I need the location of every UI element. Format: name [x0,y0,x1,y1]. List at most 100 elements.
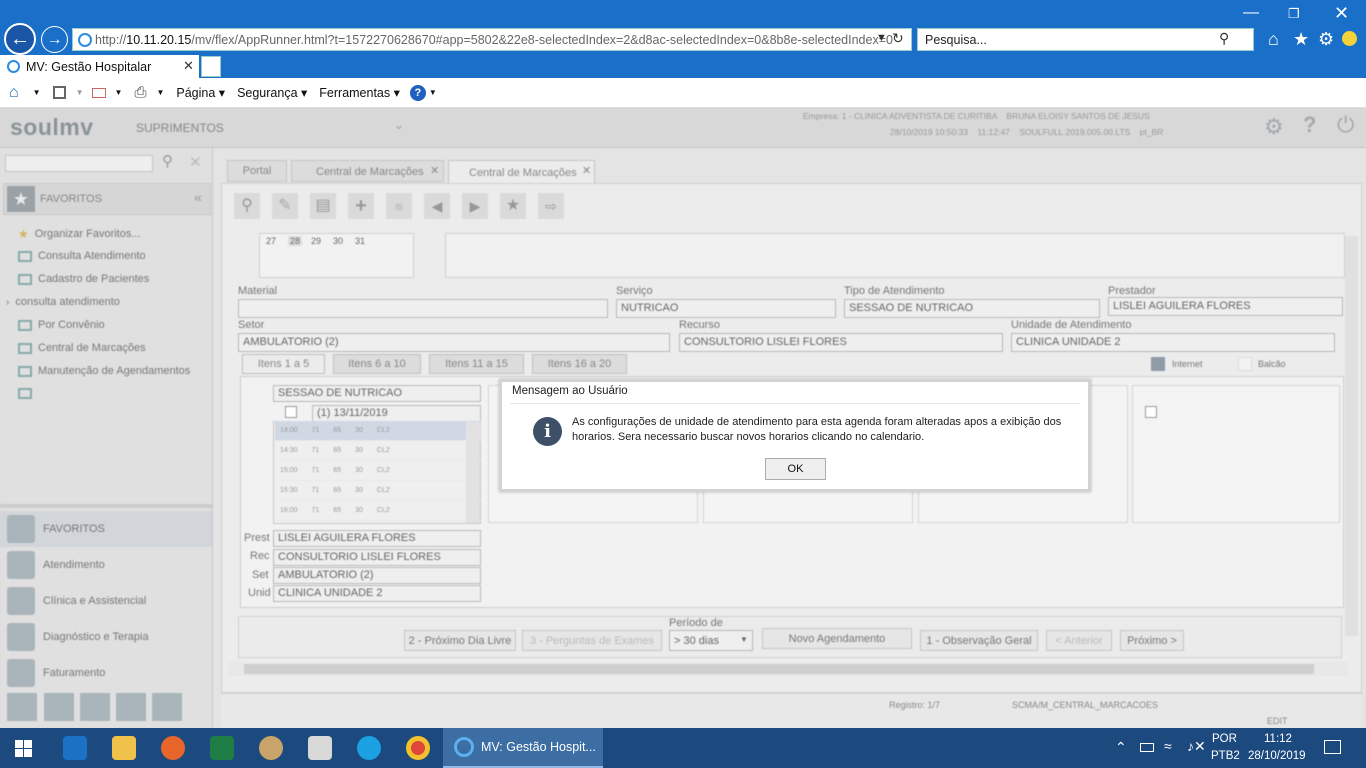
file-explorer-icon[interactable] [112,736,136,760]
agenda-slot-row[interactable]: 15:30 71 65 30 CL2 [275,481,481,501]
keyboard-layout-indicator[interactable]: PTB2 [1211,750,1240,762]
sidebar-item-por-convenio[interactable]: Por Convênio [18,319,105,331]
add-icon[interactable]: + [348,193,374,219]
sidebar-item-empty[interactable] [18,388,32,399]
browser-tab[interactable]: MV: Gestão Hospitalar [0,55,199,78]
power-icon[interactable]: ⏻ [1337,112,1354,138]
search-icon[interactable]: ⚲ [162,152,173,170]
sidebar-item-central-marcacoes[interactable]: Central de Marcações [18,342,146,354]
chevron-down-icon[interactable]: ▼ [76,88,84,97]
sidebar-folder-consulta-atendimento[interactable]: › consulta atendimento [6,296,120,308]
outlook-icon[interactable] [63,736,87,760]
sidebar-search-input[interactable] [5,155,153,172]
print-icon[interactable]: ⎙ [134,84,146,101]
agenda-slot-row[interactable]: 14:30 71 65 30 CL2 [275,441,481,461]
search-input[interactable]: Pesquisa... [917,28,1254,51]
module-chevron-down-icon[interactable]: ⌄ [394,118,404,132]
tray-expand-icon[interactable]: ⌃ [1115,739,1127,756]
tab-close-icon[interactable]: ✕ [430,164,439,177]
skype-icon[interactable] [357,736,381,760]
novo-agendamento-button[interactable]: Novo Agendamento [762,628,912,649]
tab-close-icon[interactable]: ✕ [582,164,591,177]
tab-portal[interactable]: Portal [227,160,287,182]
clock-time[interactable]: 11:12 [1264,733,1292,745]
agenda-slot-row[interactable]: 14:00 71 65 30 CL2 [275,421,481,441]
calendar-day[interactable]: 27 [266,236,276,246]
minimize-icon[interactable]: — [1243,4,1259,22]
recurso-field[interactable]: CONSULTORIO LISLEI FLORES [679,333,1003,352]
tab-itens-11-15[interactable]: Itens 11 a 15 [429,354,524,374]
new-tab-button[interactable] [201,56,221,77]
clock-date[interactable]: 28/10/2019 [1248,750,1306,762]
save-icon[interactable]: ▤ [310,193,336,219]
truck-icon[interactable] [44,693,74,721]
unidade-field[interactable]: CLINICA UNIDADE 2 [1011,333,1335,352]
proximo-button[interactable]: Próximo > [1120,630,1184,651]
tab-close-icon[interactable]: ✕ [183,58,194,74]
servico-field[interactable]: NUTRICAO [616,299,836,318]
paint-icon[interactable] [259,736,283,760]
tab-central-marcacoes-2[interactable]: Central de Marcações ✕ [448,160,595,184]
menu-seguranca[interactable]: Segurança ▾ [237,85,307,100]
perguntas-exames-button[interactable]: 3 - Perguntas de Exames [522,630,662,651]
nav-group-favoritos[interactable]: FAVORITOS [0,511,212,547]
horizontal-scrollbar[interactable] [228,662,1348,676]
sidebar-item-manutencao-agendamentos[interactable]: Manutenção de Agendamentos [18,365,190,377]
next-icon[interactable]: ▶ [462,193,488,219]
tab-itens-1-5[interactable]: Itens 1 a 5 [242,354,325,374]
chat-icon[interactable] [116,693,146,721]
mail-icon[interactable] [91,87,106,98]
firefox-icon[interactable] [161,736,185,760]
smiley-feedback-icon[interactable] [1342,31,1357,46]
battery-icon[interactable] [1140,743,1154,752]
home-icon[interactable]: ⌂ [9,84,19,102]
calendar-day[interactable]: 29 [311,236,321,246]
anterior-button[interactable]: < Anterior [1046,630,1112,651]
address-bar[interactable]: http://10.11.20.15/mv/flex/AppRunner.htm… [72,28,912,51]
agenda-checkbox[interactable] [285,406,297,418]
agenda-slot-row[interactable]: 16:00 71 65 30 CL2 [275,501,481,521]
chevron-down-icon[interactable]: ▼ [156,88,164,97]
tipo-atendimento-field[interactable]: SESSAO DE NUTRICAO [844,299,1100,318]
previous-icon[interactable]: ◀ [424,193,450,219]
calculator-icon[interactable] [308,736,332,760]
proximo-dia-livre-button[interactable]: 2 - Próximo Dia Livre [404,630,516,651]
search-icon[interactable]: ⚲ [1219,30,1229,47]
nav-group-diagnostico[interactable]: Diagnóstico e Terapia [0,619,212,655]
wrench-icon[interactable] [80,693,110,721]
collapse-icon[interactable]: « [194,189,202,205]
settings-gear-icon[interactable]: ⚙ [1318,29,1334,50]
menu-ferramentas[interactable]: Ferramentas ▾ [319,85,400,100]
slot-list-scrollbar[interactable] [466,422,480,523]
calendar-day[interactable]: 28 [288,236,303,246]
favorite-star-icon[interactable]: ★ [500,193,526,219]
help-icon[interactable]: ? [409,84,426,101]
sidebar-item-consulta-atendimento[interactable]: Consulta Atendimento [18,250,146,262]
folder-icon[interactable] [152,693,182,721]
calendar-day[interactable]: 31 [355,236,365,246]
chevron-down-icon[interactable]: ▼ [115,88,123,97]
chrome-icon[interactable] [406,736,430,760]
address-dropdown-icon[interactable]: ▼ [876,32,887,44]
tab-central-marcacoes-1[interactable]: Central de Marcações ✕ [291,160,444,182]
tab-itens-16-20[interactable]: Itens 16 a 20 [532,354,627,374]
excel-icon[interactable] [210,736,234,760]
edit-icon[interactable]: ✎ [272,193,298,219]
windows-start-icon[interactable] [15,740,32,757]
settings-gear-icon[interactable]: ⚙ [1264,114,1284,140]
help-icon[interactable]: ? [1303,112,1316,138]
material-field[interactable] [238,299,608,318]
delete-icon[interactable]: ■ [386,193,412,219]
observacao-geral-button[interactable]: 1 - Observação Geral [920,630,1038,651]
vertical-scrollbar[interactable] [1345,236,1358,636]
restore-icon[interactable]: ❐ [1288,6,1300,22]
nav-group-atendimento[interactable]: Atendimento [0,547,212,583]
prestador-field[interactable]: LISLEI AGUILERA FLORES [1108,297,1343,316]
home-icon[interactable]: ⌂ [1268,29,1279,50]
rss-feed-icon[interactable] [52,86,66,99]
agenda-slot-row[interactable]: 15:00 71 65 30 CL2 [275,461,481,481]
tab-itens-6-10[interactable]: Itens 6 a 10 [333,354,421,374]
setor-field[interactable]: AMBULATORIO (2) [238,333,670,352]
wifi-icon[interactable]: ≈ [1164,738,1172,754]
taskbar-active-app[interactable]: MV: Gestão Hospit... [443,728,603,768]
